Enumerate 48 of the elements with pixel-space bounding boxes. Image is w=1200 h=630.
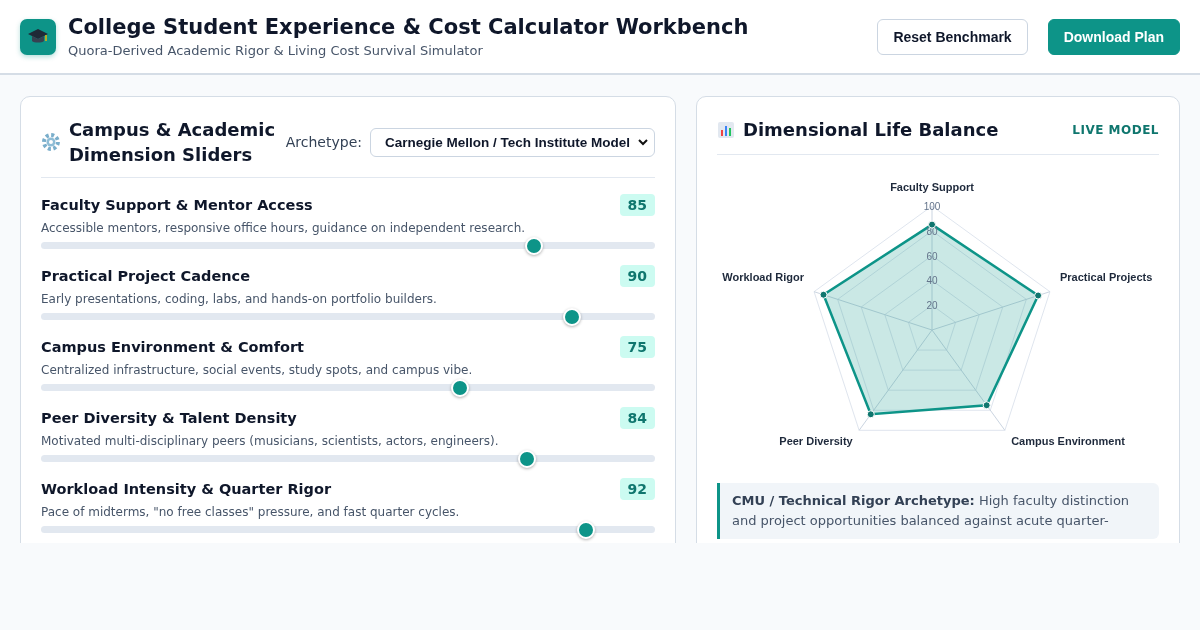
- slider-description: Pace of midterms, "no free classes" pressure, and fast quarter cycles.: [41, 505, 461, 520]
- live-model-label: LIVE MODEL: [1072, 122, 1159, 137]
- data-point: [1034, 291, 1043, 300]
- gear-icon: [41, 132, 61, 153]
- slider-value: 84: [619, 407, 655, 430]
- panel-title: Dimensional Life Balance: [743, 118, 999, 142]
- data-point: [928, 220, 936, 229]
- slider-label: Practical Project Cadence: [41, 268, 250, 285]
- data-point: [819, 290, 828, 299]
- slider-value: 90: [619, 265, 655, 288]
- app-subtitle: Quora-Derived Academic Rigor & Living Cost Survival Simulator: [68, 43, 484, 58]
- archetype-label: Archetype:: [285, 134, 362, 151]
- panel-title: Campus & Academic Dimension Sliders: [68, 118, 277, 168]
- download-button[interactable]: Download Plan: [1047, 18, 1180, 55]
- data-point: [866, 410, 875, 419]
- slider-thumb[interactable]: [517, 449, 536, 468]
- graduation-cap-icon: [20, 18, 56, 55]
- app-title: College Student Experience & Cost Calculator Workbench: [68, 15, 750, 39]
- slider-description: Motivated multi-disciplinary peers (musicians, scientists, actors, engineers).: [41, 434, 500, 449]
- tick-label: 20: [926, 300, 938, 312]
- axis-label: Practical Projects: [1060, 271, 1153, 284]
- tick-label: 100: [923, 201, 941, 213]
- chevron-icon: [638, 138, 648, 146]
- slider-label: Peer Diversity & Talent Density: [41, 410, 297, 427]
- slider-label: Campus Environment & Comfort: [41, 339, 304, 356]
- slider-description: Centralized infrastructure, social events, study spots, and campus vibe.: [41, 363, 474, 378]
- data-point: [982, 401, 991, 410]
- slider-description: Early presentations, coding, labs, and hands-on portfolio builders.: [41, 292, 438, 307]
- slider-thumb[interactable]: [525, 236, 544, 255]
- slider-description: Accessible mentors, responsive office hours, guidance on independent research.: [41, 221, 527, 236]
- axis-label: Faculty Support: [890, 181, 974, 194]
- bar-chart-icon: [717, 120, 735, 139]
- slider-label: Workload Intensity & Quarter Rigor: [41, 481, 332, 498]
- slider-label: Faculty Support & Mentor Access: [41, 197, 313, 214]
- archetype-select[interactable]: Carnegie Mellon / Tech Institute Model: [369, 127, 655, 157]
- axis-label: Workload Rigor: [722, 271, 804, 284]
- slider-value: 75: [619, 336, 655, 359]
- slider-thumb[interactable]: [577, 520, 596, 539]
- reset-button[interactable]: Reset Benchmark: [877, 18, 1028, 55]
- axis-label: Campus Environment: [1011, 435, 1125, 448]
- axis-label: Peer Diversity: [779, 435, 853, 448]
- tick-label: 40: [926, 275, 938, 287]
- slider-thumb[interactable]: [562, 307, 581, 326]
- slider-value: 85: [619, 194, 655, 217]
- tick-label: 60: [926, 250, 938, 262]
- slider-value: 92: [619, 478, 655, 501]
- slider-thumb[interactable]: [450, 378, 469, 397]
- archetype-note: CMU / Technical Rigor Archetype: High faculty distinction and project opportunities balanced against acute quarter-: [717, 483, 1159, 540]
